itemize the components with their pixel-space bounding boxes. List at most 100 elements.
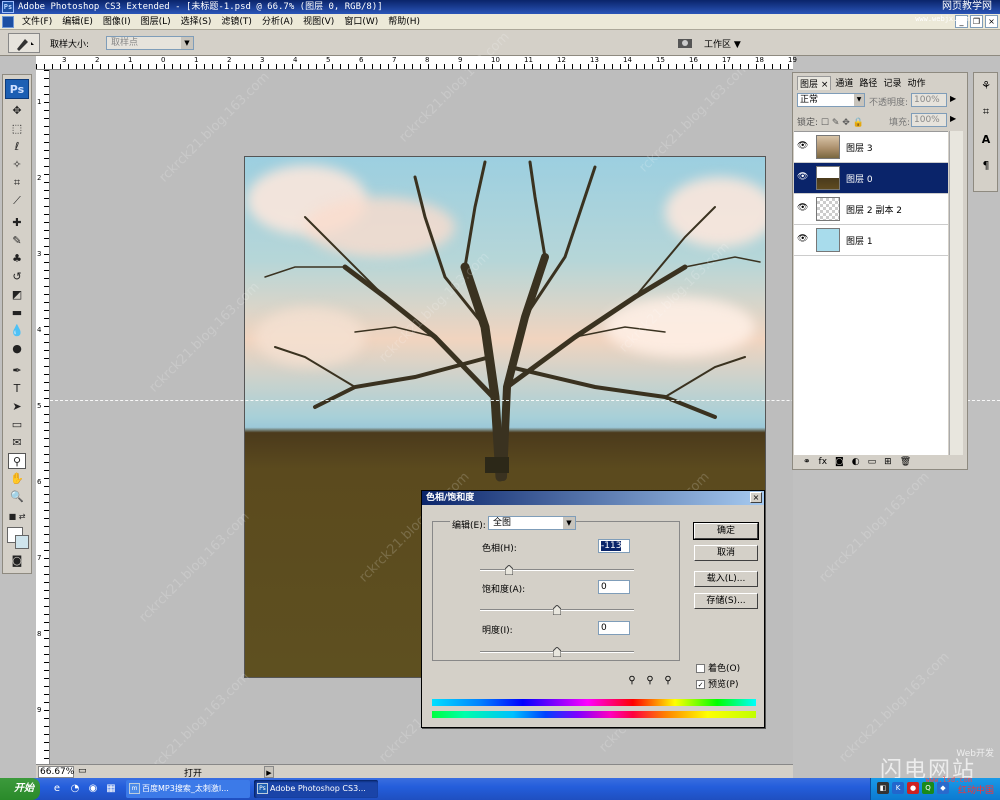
- blend-mode-select[interactable]: 正常 ▼: [797, 93, 865, 107]
- clone-stamp-icon[interactable]: ♣: [8, 251, 26, 267]
- visibility-eye-icon[interactable]: 👁: [797, 234, 809, 246]
- fill-slider-arrow-icon[interactable]: ▶: [950, 114, 956, 123]
- tray-icon-2[interactable]: ●: [907, 782, 919, 794]
- visibility-eye-icon[interactable]: 👁: [797, 172, 809, 184]
- quick-mask-icon[interactable]: ◙: [8, 553, 26, 569]
- eyedropper-minus-icon[interactable]: ⚲: [662, 675, 674, 687]
- opacity-field[interactable]: 100%: [911, 93, 947, 107]
- load-button[interactable]: 载入(L)...: [694, 571, 758, 587]
- panel-tab[interactable]: 动作: [905, 76, 927, 90]
- lasso-tool-icon[interactable]: ℓ: [8, 139, 26, 155]
- layer-row[interactable]: 👁 图层 0: [794, 163, 948, 194]
- menu-item[interactable]: 图像(I): [99, 14, 135, 30]
- ok-button[interactable]: 确定: [693, 522, 759, 540]
- media-icon[interactable]: ◉: [86, 782, 100, 796]
- photoshop-logo[interactable]: Ps: [5, 79, 29, 99]
- visibility-eye-icon[interactable]: 👁: [797, 141, 809, 153]
- zoom-field[interactable]: 66.67%: [38, 766, 74, 778]
- ie-icon[interactable]: e: [50, 782, 64, 796]
- panel-tab[interactable]: 路径: [857, 76, 879, 90]
- adjustment-layer-icon[interactable]: ◐: [852, 457, 860, 469]
- taskbar-item-baidu[interactable]: m 百度MP3搜索_太刺激I...: [126, 780, 250, 798]
- menu-item[interactable]: 视图(V): [299, 14, 338, 30]
- zoom-tool-icon[interactable]: 🔍: [8, 489, 26, 505]
- crop-tool-icon[interactable]: ⌗: [8, 175, 26, 191]
- workspace-icon[interactable]: [676, 35, 694, 51]
- blur-tool-icon[interactable]: 💧: [8, 323, 26, 339]
- ruler-horizontal[interactable]: 3 2 1 0 1 2 3 4 5 6 7 8 9 10 11 12 13 14 15 16 17 18 19: [36, 56, 797, 70]
- menu-item[interactable]: 帮助(H): [384, 14, 424, 30]
- menu-item[interactable]: 文件(F): [18, 14, 56, 30]
- tray-icon-1[interactable]: ◧: [877, 782, 889, 794]
- panel-tab[interactable]: 记录: [881, 76, 903, 90]
- magic-wand-tool-icon[interactable]: ✧: [8, 157, 26, 173]
- workspace-button[interactable]: 工作区 ▼: [704, 37, 741, 50]
- saturation-input[interactable]: 0: [598, 580, 630, 594]
- save-button[interactable]: 存储(S)...: [694, 593, 758, 609]
- sample-size-select[interactable]: 取样点 ▼: [106, 36, 194, 50]
- opacity-slider-arrow-icon[interactable]: ▶: [950, 94, 956, 103]
- type-tool-icon[interactable]: T: [8, 381, 26, 397]
- hand-tool-icon[interactable]: ✋: [8, 471, 26, 487]
- history-icon[interactable]: ⌗: [977, 103, 995, 121]
- menu-item[interactable]: 窗口(W): [340, 14, 382, 30]
- start-button[interactable]: 开始: [0, 778, 40, 800]
- swap-colors-icon[interactable]: ■ ⇄: [8, 509, 26, 525]
- ruler-vertical[interactable]: 1 2 3 4 5 6 7 8 9: [36, 70, 50, 764]
- layer-mask-icon[interactable]: ◙: [835, 457, 844, 469]
- hue-slider-track[interactable]: [480, 569, 634, 571]
- link-layers-icon[interactable]: ⚭: [803, 457, 811, 469]
- document-icon[interactable]: [2, 16, 14, 28]
- new-group-icon[interactable]: ▭: [868, 457, 877, 469]
- tray-icon-k[interactable]: K: [892, 782, 904, 794]
- move-tool-icon[interactable]: ✥: [8, 103, 26, 119]
- restore-button[interactable]: ❐: [970, 15, 983, 28]
- close-button[interactable]: ×: [985, 15, 998, 28]
- notes-tool-icon[interactable]: ✉: [8, 435, 26, 451]
- eyedropper-icon[interactable]: ⚲: [626, 675, 638, 687]
- marquee-tool-icon[interactable]: ⬚: [8, 121, 26, 137]
- eyedropper-plus-icon[interactable]: ⚲: [644, 675, 656, 687]
- status-icon[interactable]: ▭: [78, 766, 87, 776]
- character-icon[interactable]: A: [977, 131, 995, 149]
- layer-row[interactable]: 👁 图层 3: [794, 132, 948, 163]
- slice-tool-icon[interactable]: ⟋: [8, 193, 26, 209]
- menu-item[interactable]: 滤镜(T): [217, 14, 256, 30]
- shape-tool-icon[interactable]: ▭: [8, 417, 26, 433]
- visibility-eye-icon[interactable]: 👁: [797, 203, 809, 215]
- eraser-tool-icon[interactable]: ◩: [8, 287, 26, 303]
- colorize-checkbox[interactable]: 着色(O): [696, 661, 740, 674]
- menu-item[interactable]: 选择(S): [177, 14, 216, 30]
- dodge-tool-icon[interactable]: ●: [8, 341, 26, 357]
- menu-item[interactable]: 分析(A): [258, 14, 297, 30]
- preview-checkbox[interactable]: ✓ 预览(P): [696, 677, 738, 690]
- navigator-icon[interactable]: ⚘: [977, 77, 995, 95]
- menu-item[interactable]: 图层(L): [137, 14, 175, 30]
- brush-tool-icon[interactable]: ✎: [8, 233, 26, 249]
- hue-slider-thumb[interactable]: [504, 565, 513, 575]
- layers-scrollbar[interactable]: [949, 131, 963, 455]
- layer-row[interactable]: 👁 图层 2 副本 2: [794, 194, 948, 225]
- layer-style-icon[interactable]: fx: [819, 457, 828, 469]
- explorer-icon[interactable]: ◔: [68, 782, 82, 796]
- dialog-close-icon[interactable]: ×: [750, 492, 762, 503]
- new-layer-icon[interactable]: ⊞: [884, 457, 892, 469]
- menu-item[interactable]: 编辑(E): [58, 14, 97, 30]
- eyedropper-tool-icon[interactable]: ⚲: [8, 453, 26, 469]
- lightness-input[interactable]: 0: [598, 621, 630, 635]
- path-selection-icon[interactable]: ➤: [8, 399, 26, 415]
- panel-tab[interactable]: 图层 ×: [797, 76, 832, 90]
- pen-tool-icon[interactable]: ✒: [8, 363, 26, 379]
- layer-row[interactable]: 👁 图层 1: [794, 225, 948, 256]
- healing-brush-icon[interactable]: ✚: [8, 215, 26, 231]
- edit-select[interactable]: 全图 ▼: [488, 516, 576, 530]
- delete-layer-icon[interactable]: 🗑: [900, 457, 911, 469]
- show-desktop-icon[interactable]: ▦: [104, 782, 118, 796]
- fill-field[interactable]: 100%: [911, 113, 947, 127]
- tool-preset-picker[interactable]: [8, 33, 40, 53]
- taskbar-item-photoshop[interactable]: Ps Adobe Photoshop CS3...: [254, 780, 378, 798]
- lightness-slider-thumb[interactable]: [553, 647, 561, 657]
- hue-input[interactable]: -113: [598, 539, 630, 553]
- cancel-button[interactable]: 取消: [694, 545, 758, 561]
- gradient-tool-icon[interactable]: ▬: [8, 305, 26, 321]
